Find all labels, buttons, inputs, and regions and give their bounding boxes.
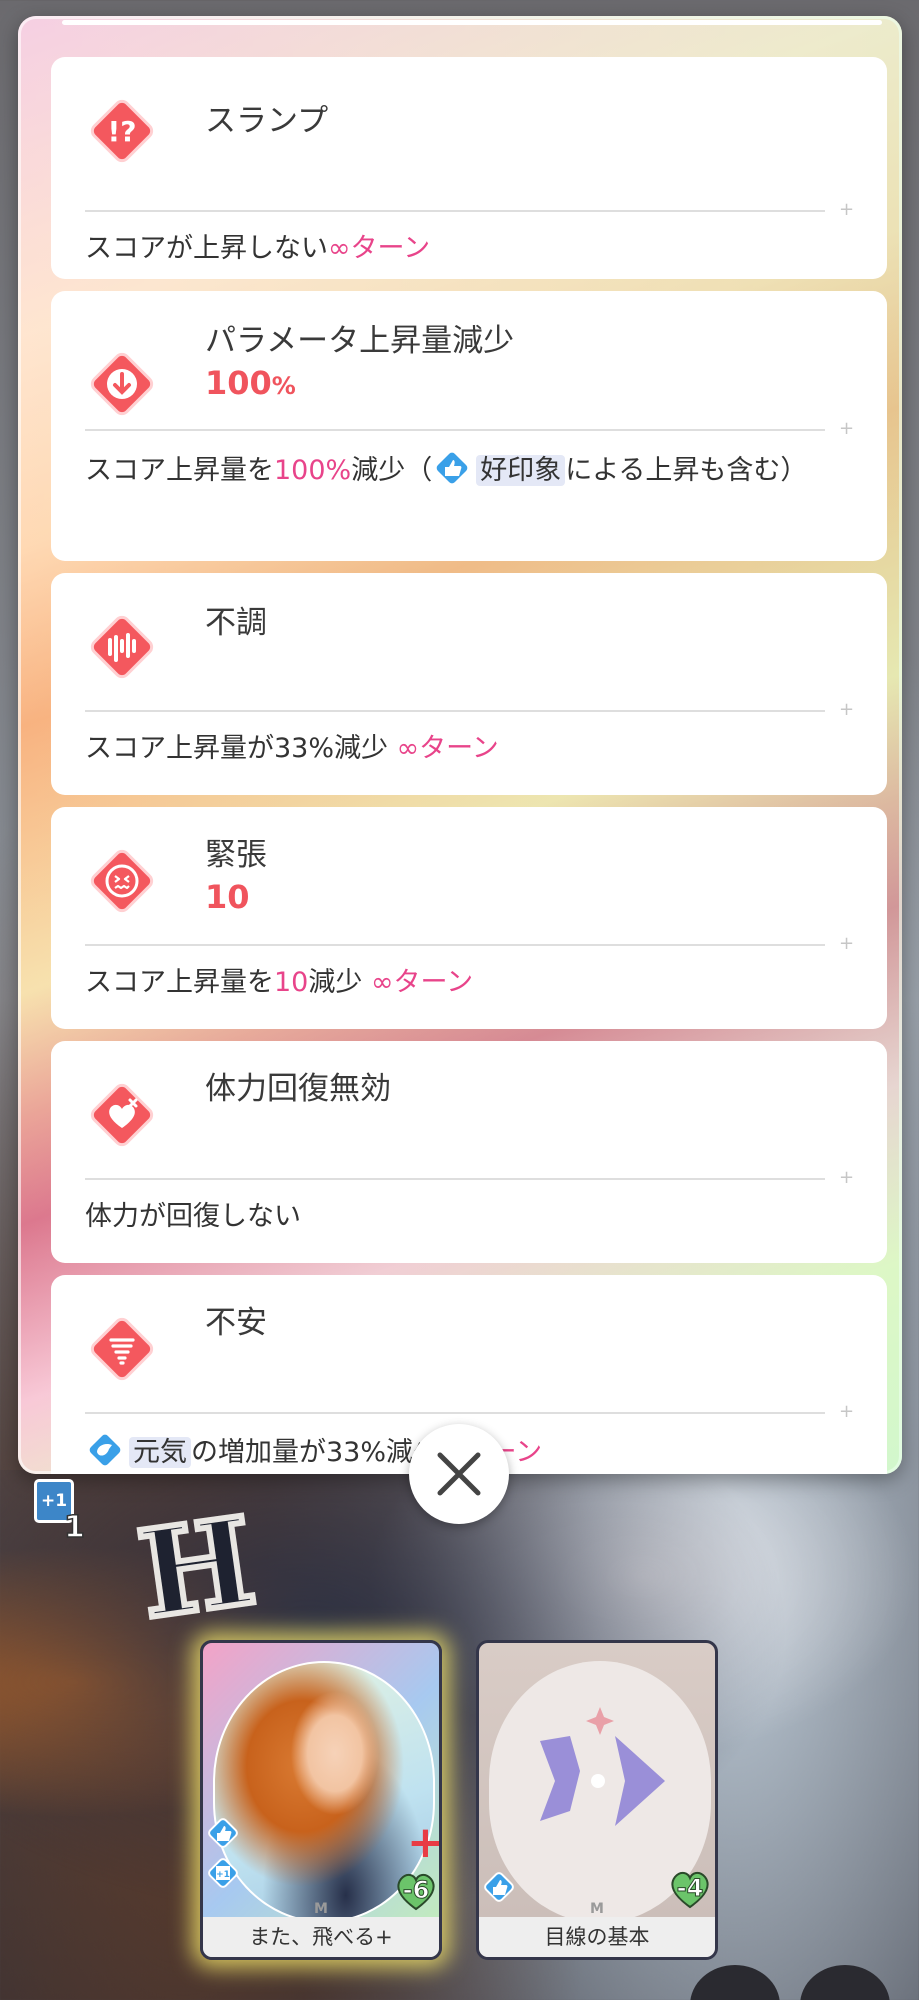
status-amount: 10 xyxy=(205,878,250,916)
status-effects-panel: !? スランプ + スコアが上昇しない∞ターン パラメータ上昇量減少 100% … xyxy=(18,16,902,1474)
keyword-good-impression: 好印象 xyxy=(476,455,566,486)
desc-percent: 100% xyxy=(274,455,352,486)
status-title: パラメータ上昇量減少 xyxy=(205,323,515,359)
rarity-mark: M xyxy=(314,1901,328,1917)
status-title: 不安 xyxy=(205,1305,267,1341)
divider xyxy=(85,1412,825,1414)
desc-text: の増加量が33%減少 xyxy=(191,1437,441,1468)
card-name: 目線の基本 xyxy=(479,1917,715,1957)
rarity-mark: M xyxy=(590,1901,604,1917)
divider xyxy=(85,210,825,212)
desc-text: スコア上昇量を xyxy=(85,967,274,998)
close-icon xyxy=(437,1452,481,1496)
desc-text: スコア上昇量を xyxy=(85,455,274,486)
status-description: スコア上昇量を10減少 ∞ターン xyxy=(85,961,845,1005)
status-card-no-recovery: 体力回復無効 + 体力が回復しない xyxy=(51,1041,887,1263)
sparkle-icon: + xyxy=(839,1167,855,1188)
status-card-parameter-down: パラメータ上昇量減少 100% + スコア上昇量を100%減少（ 好印象 による上昇… xyxy=(51,291,887,561)
status-amount: 100% xyxy=(205,363,296,406)
divider xyxy=(85,1178,825,1180)
status-title: 緊張 xyxy=(205,837,267,873)
down-arrow-icon xyxy=(90,352,154,416)
svg-text:!?: !? xyxy=(107,115,136,148)
divider xyxy=(85,944,825,946)
tense-face-icon xyxy=(90,849,154,913)
divider xyxy=(85,429,825,431)
broken-heart-icon xyxy=(90,1083,154,1147)
status-card-tension: 緊張 10 + スコア上昇量を10減少 ∞ターン xyxy=(51,807,887,1029)
status-card-slump: !? スランプ + スコアが上昇しない∞ターン xyxy=(51,57,887,279)
plus-one-count: 1 xyxy=(63,1509,85,1546)
jacket-letter-decoration: H xyxy=(128,1488,266,1649)
genki-icon xyxy=(89,1434,121,1466)
divider xyxy=(85,710,825,712)
desc-text: 減少（ xyxy=(351,455,433,486)
desc-text: による上昇も含む） xyxy=(565,455,808,486)
svg-text:+1: +1 xyxy=(216,1870,230,1880)
status-description: スコアが上昇しない∞ターン xyxy=(85,227,845,271)
status-description: スコア上昇量が33%減少 ∞ターン xyxy=(85,727,845,771)
desc-text: スコア上昇量が33%減少 xyxy=(85,733,397,764)
status-title: 体力回復無効 xyxy=(205,1071,391,1107)
sparkle-icon: + xyxy=(839,699,855,720)
card-name: また、飛べる+ xyxy=(203,1917,439,1957)
good-impression-icon xyxy=(208,1818,238,1848)
turn-count: ∞ターン xyxy=(328,233,431,264)
status-description: スコア上昇量を100%減少（ 好印象 による上昇も含む） xyxy=(85,449,845,493)
sparkle-icon: + xyxy=(839,418,855,439)
turn-count: ∞ターン xyxy=(370,967,474,998)
tornado-icon xyxy=(90,1317,154,1381)
status-description: 体力が回復しない xyxy=(85,1201,301,1232)
sparkle-icon: + xyxy=(839,1401,855,1422)
amount-unit: % xyxy=(271,372,296,400)
status-title: スランプ xyxy=(205,103,329,139)
keyword-genki: 元気 xyxy=(129,1437,191,1468)
amount-value: 100 xyxy=(205,364,272,402)
upgraded-plus-icon: + xyxy=(407,1817,442,1868)
good-impression-icon xyxy=(436,452,468,484)
desc-amount: 10 xyxy=(274,967,309,998)
desc-text: スコアが上昇しない xyxy=(85,233,328,264)
desc-text: 減少 xyxy=(308,967,371,998)
skill-card-mata-toberu[interactable]: +1 + -6 M また、飛べる+ xyxy=(200,1640,442,1960)
status-title: 不調 xyxy=(205,605,267,641)
close-button[interactable] xyxy=(409,1424,509,1524)
turn-count: ∞ターン xyxy=(396,733,499,764)
skill-card-mesen-no-kihon[interactable]: -4 M 目線の基本 xyxy=(476,1640,718,1960)
status-card-bad-condition: 不調 + スコア上昇量が33%減少 ∞ターン xyxy=(51,573,887,795)
good-impression-icon xyxy=(484,1872,514,1902)
panel-top-highlight xyxy=(62,20,882,25)
gaze-emblem-icon xyxy=(540,1707,665,1826)
waveform-icon xyxy=(90,615,154,679)
plus-one-icon: +1 xyxy=(208,1858,238,1888)
sparkle-icon: + xyxy=(839,933,855,954)
sparkle-icon: + xyxy=(839,199,855,220)
scramble-question-icon: !? xyxy=(90,99,154,163)
